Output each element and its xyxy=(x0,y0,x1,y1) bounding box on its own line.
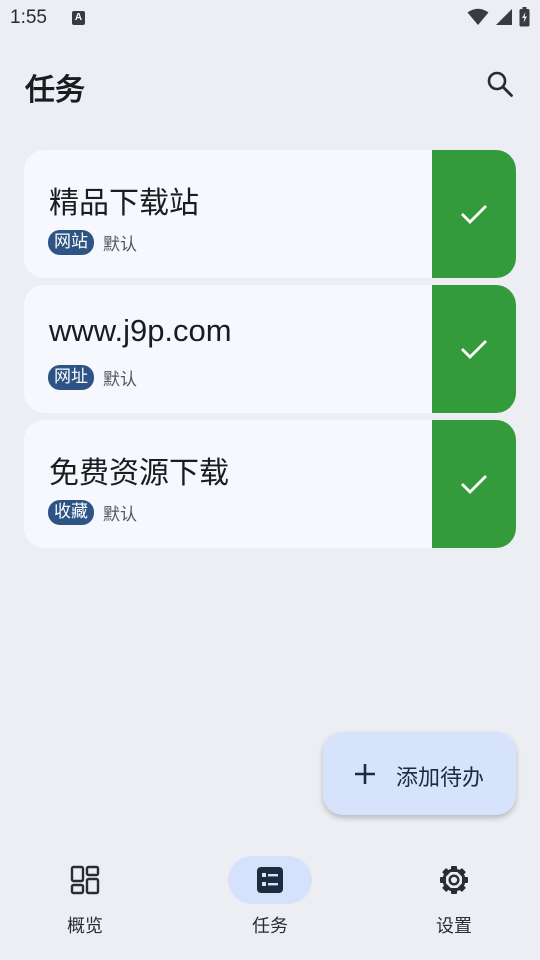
gear-icon xyxy=(440,866,468,894)
complete-task-button[interactable] xyxy=(432,285,516,413)
check-icon xyxy=(461,340,487,359)
app-bar: 任务 xyxy=(0,52,540,116)
nav-item-overview[interactable]: 概览 xyxy=(20,856,140,946)
task-title: 免费资源下载 xyxy=(49,456,229,491)
task-tag: 网站 xyxy=(48,230,94,255)
plus-icon xyxy=(355,764,375,784)
signal-icon xyxy=(495,8,513,26)
add-todo-button[interactable]: 添加待办 xyxy=(323,732,516,815)
task-group: 默认 xyxy=(103,370,137,390)
task-card[interactable]: 免费资源下载 收藏 默认 xyxy=(24,420,516,548)
task-card[interactable]: 精品下载站 网站 默认 xyxy=(24,150,516,278)
dashboard-icon xyxy=(70,865,100,895)
task-group: 默认 xyxy=(103,235,137,255)
check-icon xyxy=(461,475,487,494)
nav-pill xyxy=(43,856,127,904)
status-time: 1:55 xyxy=(10,7,47,28)
nav-item-tasks[interactable]: 任务 xyxy=(205,856,325,946)
status-icons xyxy=(467,7,530,27)
task-tag: 收藏 xyxy=(48,500,94,525)
bottom-nav: 概览 任务 设置 xyxy=(0,842,540,960)
task-meta: 网站 默认 xyxy=(48,230,137,255)
search-icon xyxy=(487,71,513,97)
notification-a-icon: A xyxy=(72,11,85,25)
task-list: 精品下载站 网站 默认 www.j9p.com 网址 默认 免费资源下载 收藏 … xyxy=(24,150,516,555)
search-button[interactable] xyxy=(482,66,518,102)
task-tag: 网址 xyxy=(48,365,94,390)
add-todo-label: 添加待办 xyxy=(396,766,485,791)
page-title: 任务 xyxy=(25,73,85,108)
nav-item-settings[interactable]: 设置 xyxy=(389,856,509,946)
complete-task-button[interactable] xyxy=(432,420,516,548)
wifi-icon xyxy=(467,8,489,26)
task-title: www.j9p.com xyxy=(49,313,232,348)
nav-label: 设置 xyxy=(436,916,472,937)
task-meta: 收藏 默认 xyxy=(48,500,137,525)
task-group: 默认 xyxy=(103,505,137,525)
task-meta: 网址 默认 xyxy=(48,365,137,390)
battery-icon xyxy=(519,7,530,27)
task-card[interactable]: www.j9p.com 网址 默认 xyxy=(24,285,516,413)
nav-pill-active xyxy=(228,856,312,904)
nav-label: 概览 xyxy=(67,916,103,937)
check-icon xyxy=(461,205,487,224)
complete-task-button[interactable] xyxy=(432,150,516,278)
nav-label: 任务 xyxy=(252,916,288,937)
task-title: 精品下载站 xyxy=(49,186,199,221)
task-list-icon xyxy=(257,867,283,893)
status-bar: 1:55 A xyxy=(0,0,540,38)
nav-pill xyxy=(412,856,496,904)
